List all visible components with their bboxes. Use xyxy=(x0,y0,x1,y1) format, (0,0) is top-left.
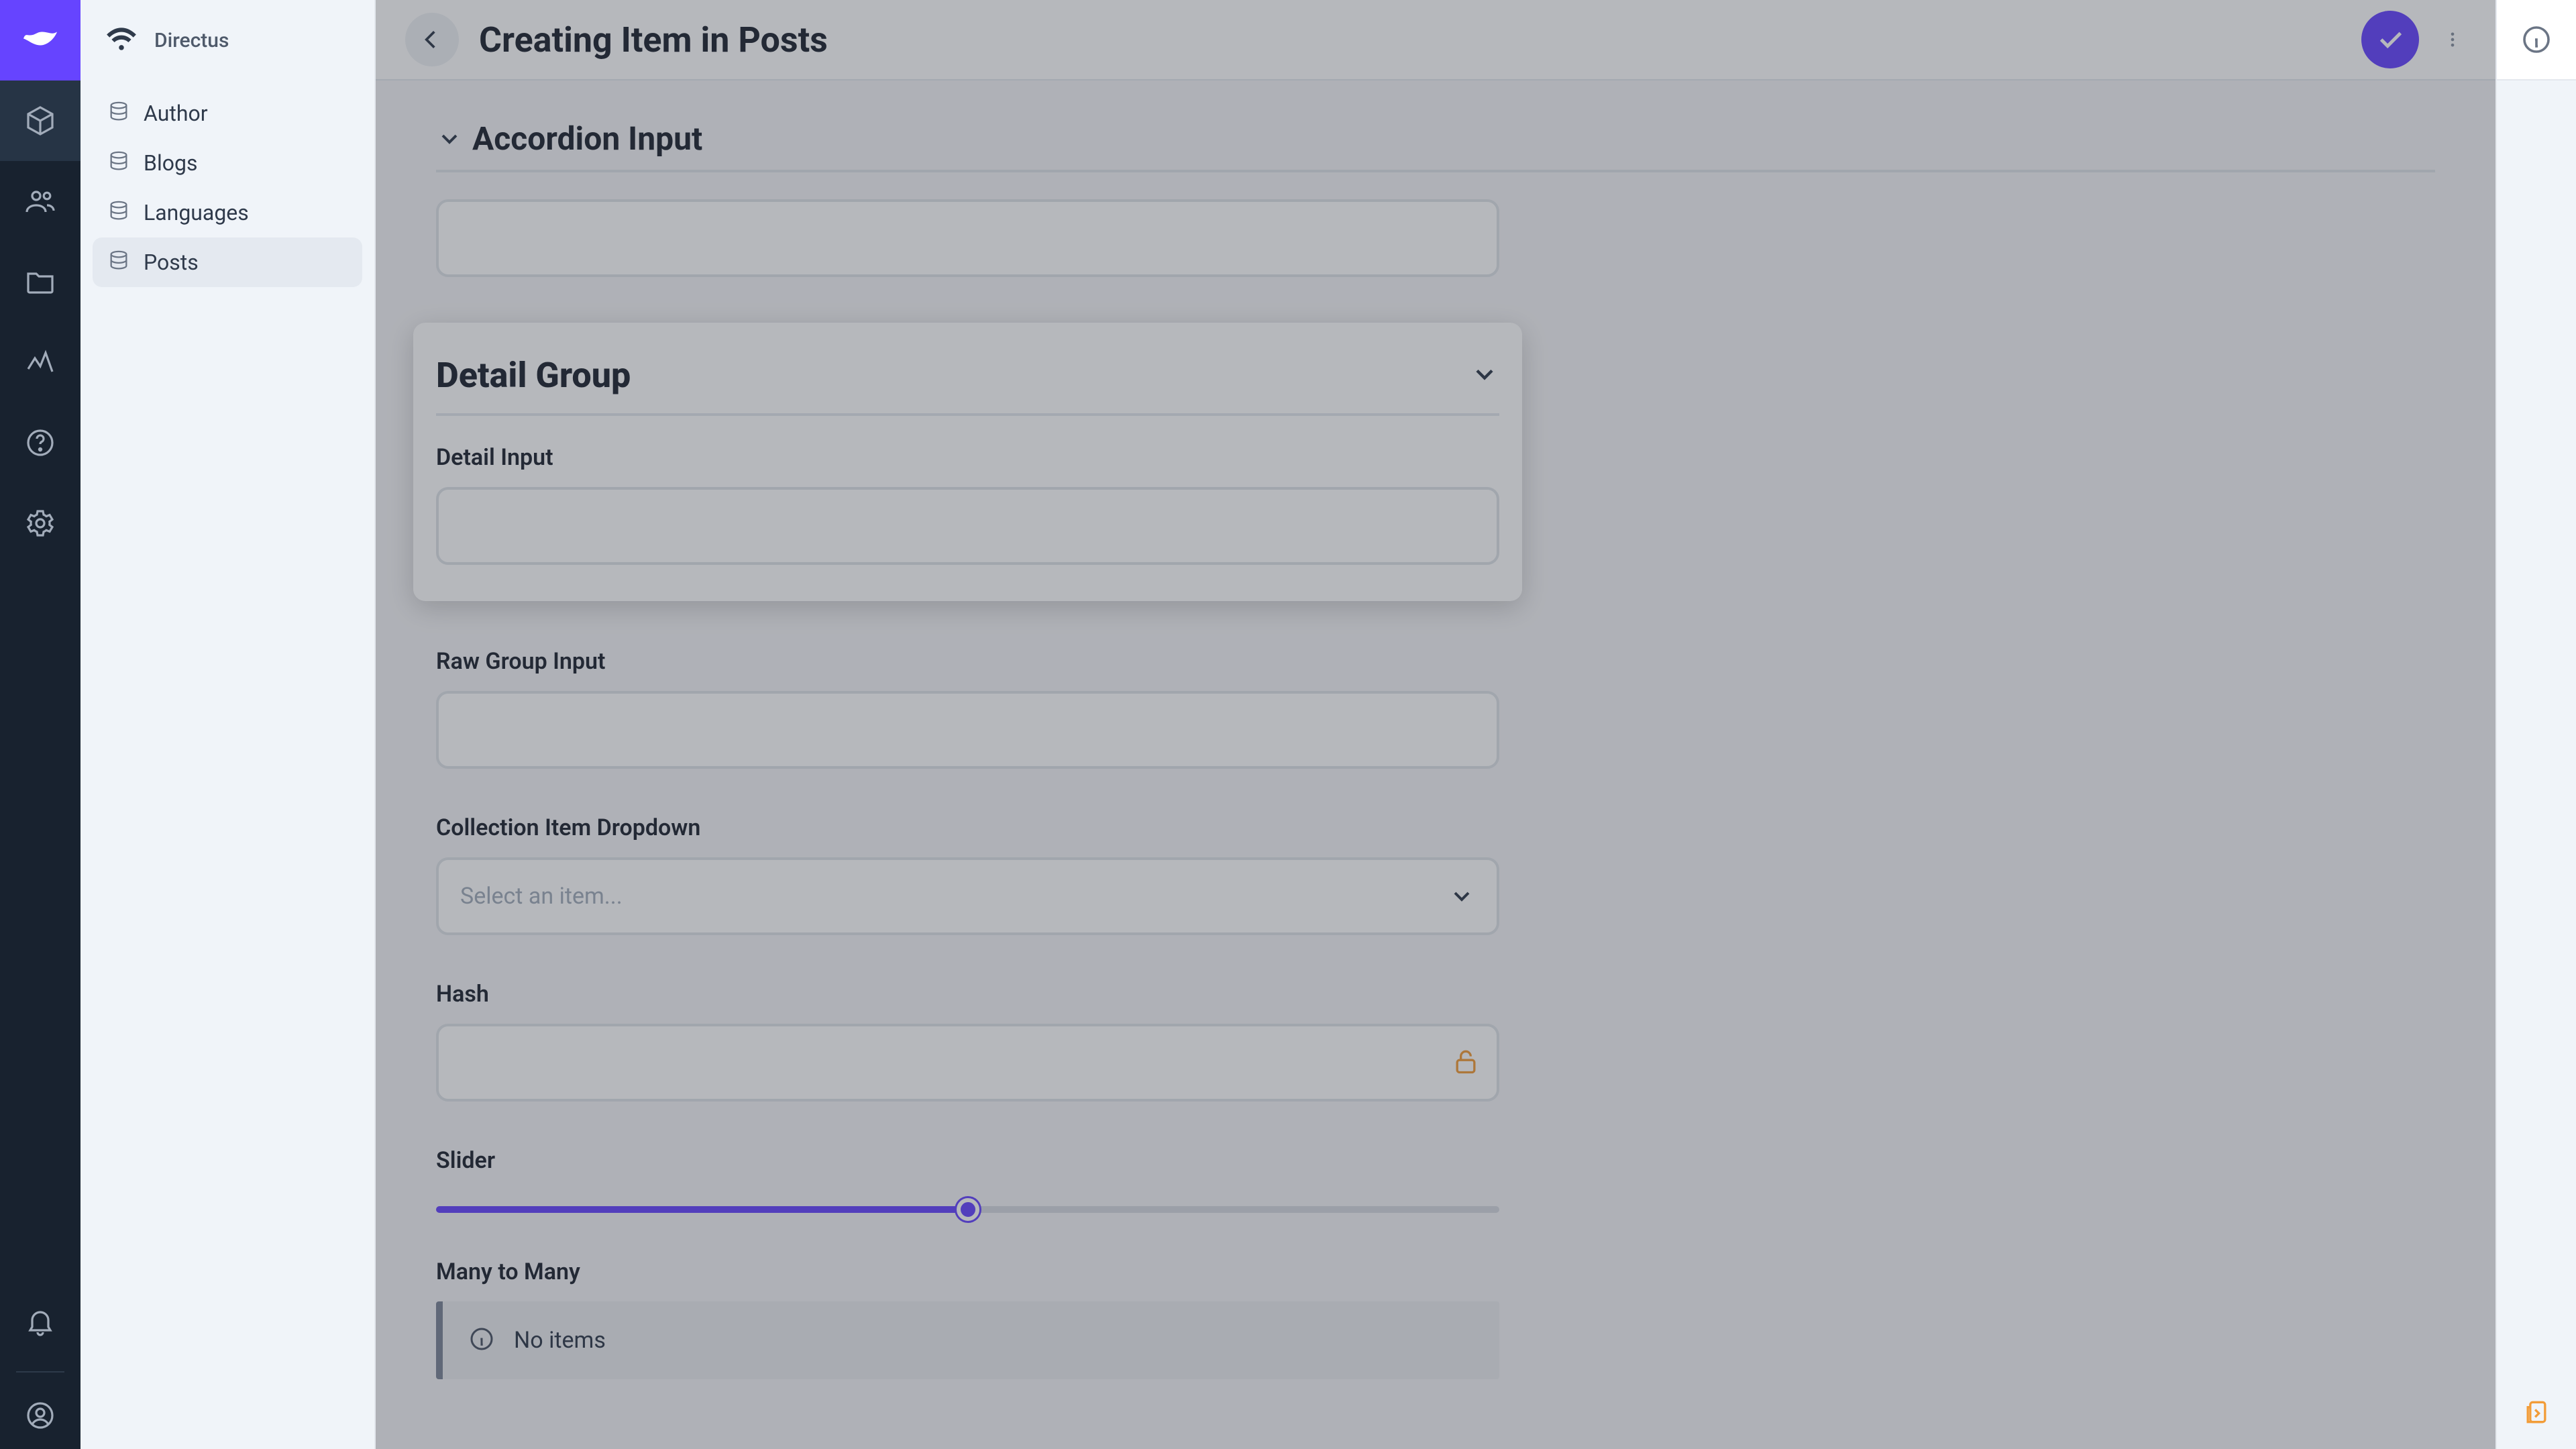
database-icon xyxy=(107,150,130,176)
rail-files[interactable] xyxy=(0,241,80,322)
info-drawer-toggle[interactable] xyxy=(2497,0,2576,80)
nav-item-author[interactable]: Author xyxy=(93,89,362,138)
rail-notifications[interactable] xyxy=(0,1281,80,1362)
nav-label: Author xyxy=(144,101,208,126)
app-logo[interactable] xyxy=(0,0,80,80)
nav-label: Languages xyxy=(144,200,249,225)
rail-users[interactable] xyxy=(0,161,80,241)
rail-insights[interactable] xyxy=(0,322,80,402)
rail-docs[interactable] xyxy=(0,402,80,483)
revisions-toggle[interactable] xyxy=(2522,1375,2551,1449)
rail-account[interactable] xyxy=(0,1382,80,1449)
nav-item-posts[interactable]: Posts xyxy=(93,237,362,287)
wifi-icon xyxy=(105,22,138,58)
nav-item-blogs[interactable]: Blogs xyxy=(93,138,362,188)
brand-label: Directus xyxy=(154,29,229,52)
nav-item-languages[interactable]: Languages xyxy=(93,188,362,237)
database-icon xyxy=(107,101,130,126)
rail-content[interactable] xyxy=(0,80,80,161)
scrim-overlay[interactable] xyxy=(376,0,2496,1449)
database-icon xyxy=(107,250,130,275)
nav-label: Blogs xyxy=(144,150,197,176)
database-icon xyxy=(107,200,130,225)
rail-settings[interactable] xyxy=(0,483,80,564)
nav-label: Posts xyxy=(144,250,199,275)
